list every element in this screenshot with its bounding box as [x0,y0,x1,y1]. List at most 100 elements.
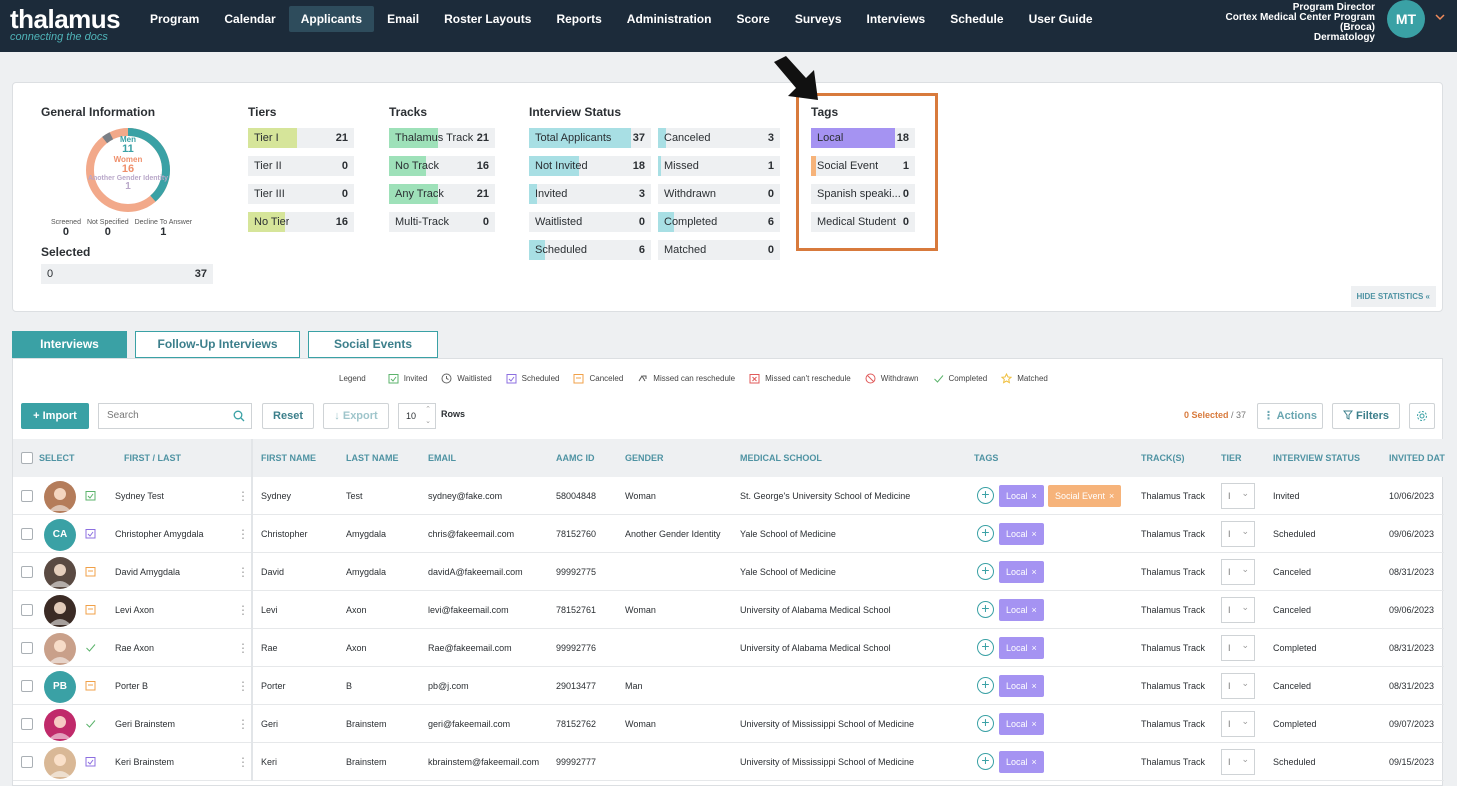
close-icon[interactable]: × [1032,681,1037,691]
actions-button[interactable]: ⋮ Actions [1257,403,1323,429]
status-row[interactable]: Completed 6 [658,212,780,232]
row-checkbox[interactable] [21,604,33,616]
col-first-name[interactable]: FIRST NAME [261,439,316,477]
avatar[interactable] [44,595,76,627]
tag-chip-local[interactable]: Local × [999,713,1044,735]
status-row[interactable]: Scheduled 6 [529,240,651,260]
close-icon[interactable]: × [1032,567,1037,577]
hide-statistics-button[interactable]: HIDE STATISTICS « [1350,286,1436,307]
avatar[interactable] [44,481,76,513]
import-button[interactable]: + Import [21,403,89,429]
avatar[interactable] [44,709,76,741]
tag-chip-social-event[interactable]: Social Event × [1048,485,1122,507]
add-tag-icon[interactable]: + [977,715,994,732]
full-name[interactable]: Levi Axon [115,591,154,629]
col-medical-school[interactable]: MEDICAL SCHOOL [740,439,822,477]
tag-chip-local[interactable]: Local × [999,675,1044,697]
tier-select[interactable]: I ⌄ [1221,597,1255,623]
row-checkbox[interactable] [21,566,33,578]
kebab-menu-icon[interactable]: ⋮ [237,515,249,553]
col-email[interactable]: EMAIL [428,439,456,477]
kebab-menu-icon[interactable]: ⋮ [237,667,249,705]
select-all-checkbox[interactable] [21,452,33,464]
nav-item-surveys[interactable]: Surveys [783,6,854,32]
reset-button[interactable]: Reset [262,403,314,429]
nav-item-program[interactable]: Program [138,6,211,32]
nav-item-email[interactable]: Email [375,6,431,32]
status-row[interactable]: Invited 3 [529,184,651,204]
nav-item-applicants[interactable]: Applicants [288,6,375,32]
add-tag-icon[interactable]: + [977,601,994,618]
nav-item-schedule[interactable]: Schedule [938,6,1015,32]
tier-row[interactable]: Tier I 21 [248,128,354,148]
user-avatar[interactable]: MT [1387,0,1425,38]
row-checkbox[interactable] [21,680,33,692]
col-tracks[interactable]: TRACK(S) [1141,439,1185,477]
full-name[interactable]: David Amygdala [115,553,180,591]
track-row[interactable]: Thalamus Track 21 [389,128,495,148]
kebab-menu-icon[interactable]: ⋮ [237,705,249,743]
track-row[interactable]: Any Track 21 [389,184,495,204]
nav-item-calendar[interactable]: Calendar [212,6,287,32]
nav-item-roster-layouts[interactable]: Roster Layouts [432,6,543,32]
row-checkbox[interactable] [21,756,33,768]
row-checkbox[interactable] [21,528,33,540]
search-input[interactable]: Search [98,403,252,429]
track-row[interactable]: Multi-Track 0 [389,212,495,232]
tag-row[interactable]: Spanish speaki... 0 [811,184,915,204]
kebab-menu-icon[interactable]: ⋮ [237,591,249,629]
chevron-down-icon[interactable] [1435,10,1445,24]
nav-item-administration[interactable]: Administration [615,6,724,32]
stepper-arrows-icon[interactable]: ⌃ ⌄ [425,404,431,428]
filters-button[interactable]: Filters [1332,403,1400,429]
kebab-menu-icon[interactable]: ⋮ [237,743,249,781]
tier-select[interactable]: I ⌄ [1221,521,1255,547]
tier-select[interactable]: I ⌄ [1221,711,1255,737]
tier-select[interactable]: I ⌄ [1221,673,1255,699]
col-first-last[interactable]: FIRST / LAST [124,439,181,477]
status-row[interactable]: Total Applicants 37 [529,128,651,148]
status-row[interactable]: Waitlisted 0 [529,212,651,232]
nav-item-user-guide[interactable]: User Guide [1017,6,1105,32]
full-name[interactable]: Christopher Amygdala [115,515,204,553]
col-gender[interactable]: GENDER [625,439,664,477]
full-name[interactable]: Rae Axon [115,629,154,667]
status-row[interactable]: Withdrawn 0 [658,184,780,204]
full-name[interactable]: Porter B [115,667,148,705]
nav-item-score[interactable]: Score [724,6,781,32]
tag-chip-local[interactable]: Local × [999,561,1044,583]
kebab-menu-icon[interactable]: ⋮ [237,629,249,667]
col-last-name[interactable]: LAST NAME [346,439,399,477]
tag-chip-local[interactable]: Local × [999,599,1044,621]
add-tag-icon[interactable]: + [977,639,994,656]
add-tag-icon[interactable]: + [977,487,994,504]
tag-row[interactable]: Medical Student 0 [811,212,915,232]
status-row[interactable]: Not Invited 18 [529,156,651,176]
close-icon[interactable]: × [1109,491,1114,501]
rows-stepper[interactable]: 10 ⌃ ⌄ [398,403,436,429]
tag-row[interactable]: Social Event 1 [811,156,915,176]
avatar[interactable]: PB [44,671,76,703]
full-name[interactable]: Geri Brainstem [115,705,175,743]
tag-chip-local[interactable]: Local × [999,751,1044,773]
nav-item-reports[interactable]: Reports [544,6,613,32]
tier-select[interactable]: I ⌄ [1221,635,1255,661]
tab-social-events[interactable]: Social Events [308,331,438,358]
tier-select[interactable]: I ⌄ [1221,749,1255,775]
close-icon[interactable]: × [1032,529,1037,539]
export-button[interactable]: ↓ Export [323,403,389,429]
avatar[interactable] [44,747,76,779]
tier-select[interactable]: I ⌄ [1221,559,1255,585]
thalamus-logo[interactable]: thalamus connecting the docs [10,6,121,46]
status-row[interactable]: Matched 0 [658,240,780,260]
close-icon[interactable]: × [1032,757,1037,767]
tag-chip-local[interactable]: Local × [999,485,1044,507]
kebab-menu-icon[interactable]: ⋮ [237,477,249,515]
tag-chip-local[interactable]: Local × [999,637,1044,659]
kebab-menu-icon[interactable]: ⋮ [237,553,249,591]
col-select[interactable]: SELECT [39,439,75,477]
close-icon[interactable]: × [1032,719,1037,729]
close-icon[interactable]: × [1032,491,1037,501]
settings-button[interactable] [1409,403,1435,429]
close-icon[interactable]: × [1032,605,1037,615]
